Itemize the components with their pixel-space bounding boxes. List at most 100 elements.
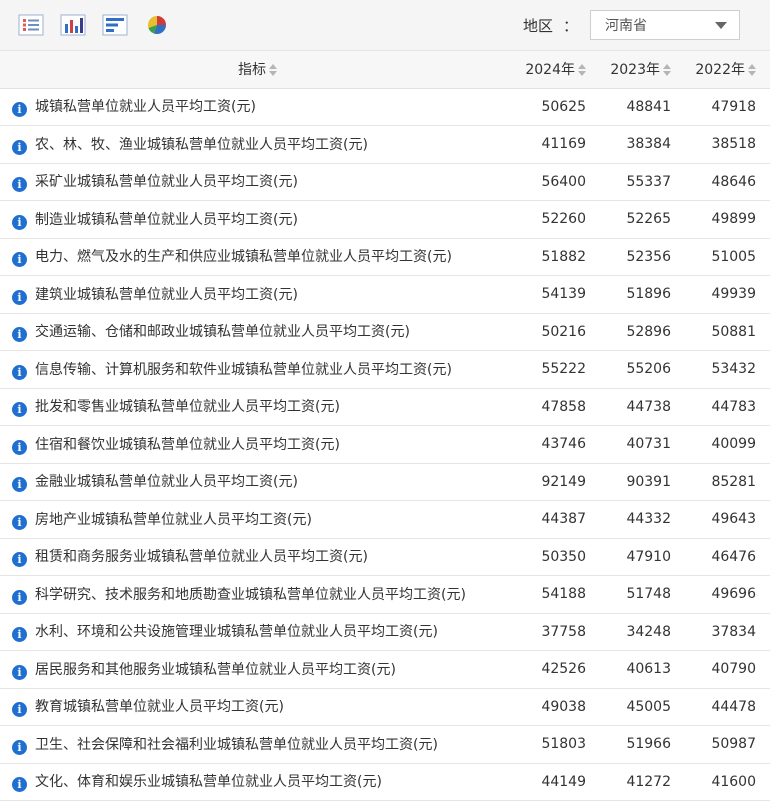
indicator-name: 采矿业城镇私营单位就业人员平均工资(元) <box>35 174 298 191</box>
table-row: i 租赁和商务服务业城镇私营单位就业人员平均工资(元) 50350 47910 4647… <box>0 538 770 576</box>
indicator-cell: i 科学研究、技术服务和地质勘查业城镇私营单位就业人员平均工资(元) <box>0 575 515 614</box>
info-icon[interactable]: i <box>12 139 27 155</box>
info-icon[interactable]: i <box>12 439 27 455</box>
info-icon[interactable]: i <box>12 552 27 568</box>
value-2022: 49643 <box>685 500 770 539</box>
table-row: i 金融业城镇私营单位就业人员平均工资(元) 92149 90391 85281 <box>0 463 770 501</box>
value-2023: 40613 <box>600 650 685 689</box>
data-table: 指标 2024年 2023年 2022年 i 城镇私营单位就业人员平均工资(元) 5… <box>0 51 770 801</box>
value-2022: 38518 <box>685 125 770 164</box>
indicator-cell: i 农、林、牧、渔业城镇私营单位就业人员平均工资(元) <box>0 125 515 164</box>
table-row: i 住宿和餐饮业城镇私营单位就业人员平均工资(元) 43746 40731 40099 <box>0 425 770 464</box>
info-icon[interactable]: i <box>12 477 27 493</box>
table-row: i 采矿业城镇私营单位就业人员平均工资(元) 56400 55337 48646 <box>0 163 770 201</box>
value-2022: 37834 <box>685 613 770 651</box>
column-header-2023[interactable]: 2023年 <box>600 51 685 89</box>
value-2022: 50987 <box>685 725 770 764</box>
indicator-name: 文化、体育和娱乐业城镇私营单位就业人员平均工资(元) <box>35 774 382 791</box>
region-select-value: 河南省 <box>605 18 647 34</box>
sort-icon[interactable] <box>578 64 586 77</box>
table-header-row: 指标 2024年 2023年 2022年 <box>0 51 770 89</box>
indicator-name: 教育城镇私营单位就业人员平均工资(元) <box>35 699 284 716</box>
table-row: i 批发和零售业城镇私营单位就业人员平均工资(元) 47858 44738 44783 <box>0 388 770 426</box>
value-2022: 48646 <box>685 163 770 201</box>
table-row: i 文化、体育和娱乐业城镇私营单位就业人员平均工资(元) 44149 41272 416… <box>0 763 770 801</box>
indicator-cell: i 电力、燃气及水的生产和供应业城镇私营单位就业人员平均工资(元) <box>0 238 515 276</box>
info-icon[interactable]: i <box>12 364 27 380</box>
indicator-cell: i 住宿和餐饮业城镇私营单位就业人员平均工资(元) <box>0 425 515 464</box>
column-header-2024[interactable]: 2024年 <box>515 51 600 89</box>
value-2023: 40731 <box>600 425 685 464</box>
indicator-cell: i 采矿业城镇私营单位就业人员平均工资(元) <box>0 163 515 201</box>
value-2022: 44783 <box>685 388 770 426</box>
value-2024: 92149 <box>515 463 600 501</box>
info-icon[interactable]: i <box>12 702 27 718</box>
column-header-2022[interactable]: 2022年 <box>685 51 770 89</box>
table-row: i 水利、环境和公共设施管理业城镇私营单位就业人员平均工资(元) 37758 3424… <box>0 613 770 651</box>
table-row: i 农、林、牧、渔业城镇私营单位就业人员平均工资(元) 41169 38384 3851… <box>0 125 770 164</box>
value-2024: 49038 <box>515 688 600 726</box>
bar-chart-icon[interactable] <box>60 14 86 36</box>
indicator-name: 租赁和商务服务业城镇私营单位就业人员平均工资(元) <box>35 549 368 566</box>
value-2024: 47858 <box>515 388 600 426</box>
list-view-icon[interactable] <box>18 14 44 36</box>
value-2023: 52896 <box>600 313 685 351</box>
info-icon[interactable]: i <box>12 739 27 755</box>
indicator-cell: i 批发和零售业城镇私营单位就业人员平均工资(元) <box>0 388 515 426</box>
value-2022: 50881 <box>685 313 770 351</box>
table-row: i 建筑业城镇私营单位就业人员平均工资(元) 54139 51896 49939 <box>0 275 770 314</box>
value-2024: 42526 <box>515 650 600 689</box>
indicator-cell: i 金融业城镇私营单位就业人员平均工资(元) <box>0 463 515 501</box>
indicator-name: 水利、环境和公共设施管理业城镇私营单位就业人员平均工资(元) <box>35 624 438 641</box>
indicator-cell: i 建筑业城镇私营单位就业人员平均工资(元) <box>0 275 515 314</box>
value-2022: 49899 <box>685 200 770 239</box>
info-icon[interactable]: i <box>12 327 27 343</box>
toolbar: 地区 ： 河南省 <box>0 0 770 51</box>
value-2024: 52260 <box>515 200 600 239</box>
info-icon[interactable]: i <box>12 514 27 530</box>
indicator-cell: i 交通运输、仓储和邮政业城镇私营单位就业人员平均工资(元) <box>0 313 515 351</box>
indicator-cell: i 教育城镇私营单位就业人员平均工资(元) <box>0 688 515 726</box>
indicator-cell: i 居民服务和其他服务业城镇私营单位就业人员平均工资(元) <box>0 650 515 689</box>
sort-icon[interactable] <box>663 64 671 77</box>
value-2022: 53432 <box>685 350 770 389</box>
info-icon[interactable]: i <box>12 177 27 193</box>
value-2023: 55206 <box>600 350 685 389</box>
value-2023: 41272 <box>600 763 685 801</box>
value-2024: 54188 <box>515 575 600 614</box>
table-row: i 制造业城镇私营单位就业人员平均工资(元) 52260 52265 49899 <box>0 200 770 239</box>
table-row: i 信息传输、计算机服务和软件业城镇私营单位就业人员平均工资(元) 55222 552… <box>0 350 770 389</box>
value-2023: 51748 <box>600 575 685 614</box>
info-icon[interactable]: i <box>12 627 27 643</box>
data-browser: 地区 ： 河南省 指标 2024年 2023年 2022年 i 城镇私营单位就业… <box>0 0 770 803</box>
value-2022: 41600 <box>685 763 770 801</box>
value-2023: 51966 <box>600 725 685 764</box>
info-icon[interactable]: i <box>12 589 27 605</box>
column-header-indicator[interactable]: 指标 <box>0 51 515 89</box>
table-row: i 居民服务和其他服务业城镇私营单位就业人员平均工资(元) 42526 40613 40… <box>0 650 770 689</box>
info-icon[interactable]: i <box>12 777 27 793</box>
indicator-name: 交通运输、仓储和邮政业城镇私营单位就业人员平均工资(元) <box>35 324 410 341</box>
value-2023: 45005 <box>600 688 685 726</box>
region-label: 地区 <box>522 16 553 35</box>
value-2022: 40099 <box>685 425 770 464</box>
value-2022: 85281 <box>685 463 770 501</box>
value-2024: 50350 <box>515 538 600 576</box>
value-2023: 48841 <box>600 88 685 126</box>
info-icon[interactable]: i <box>12 402 27 418</box>
value-2022: 40790 <box>685 650 770 689</box>
horizontal-bar-chart-icon[interactable] <box>102 14 128 36</box>
sort-icon[interactable] <box>269 64 277 77</box>
info-icon[interactable]: i <box>12 289 27 305</box>
pie-chart-icon[interactable] <box>144 14 170 36</box>
sort-icon[interactable] <box>748 64 756 77</box>
region-select[interactable]: 河南省 <box>590 10 740 40</box>
info-icon[interactable]: i <box>12 214 27 230</box>
info-icon[interactable]: i <box>12 664 27 680</box>
indicator-cell: i 文化、体育和娱乐业城镇私营单位就业人员平均工资(元) <box>0 763 515 801</box>
info-icon[interactable]: i <box>12 102 27 118</box>
region-separator: ： <box>562 16 578 35</box>
region-filter: 地区 ： 河南省 <box>523 10 740 40</box>
info-icon[interactable]: i <box>12 252 27 268</box>
indicator-name: 信息传输、计算机服务和软件业城镇私营单位就业人员平均工资(元) <box>35 361 452 378</box>
